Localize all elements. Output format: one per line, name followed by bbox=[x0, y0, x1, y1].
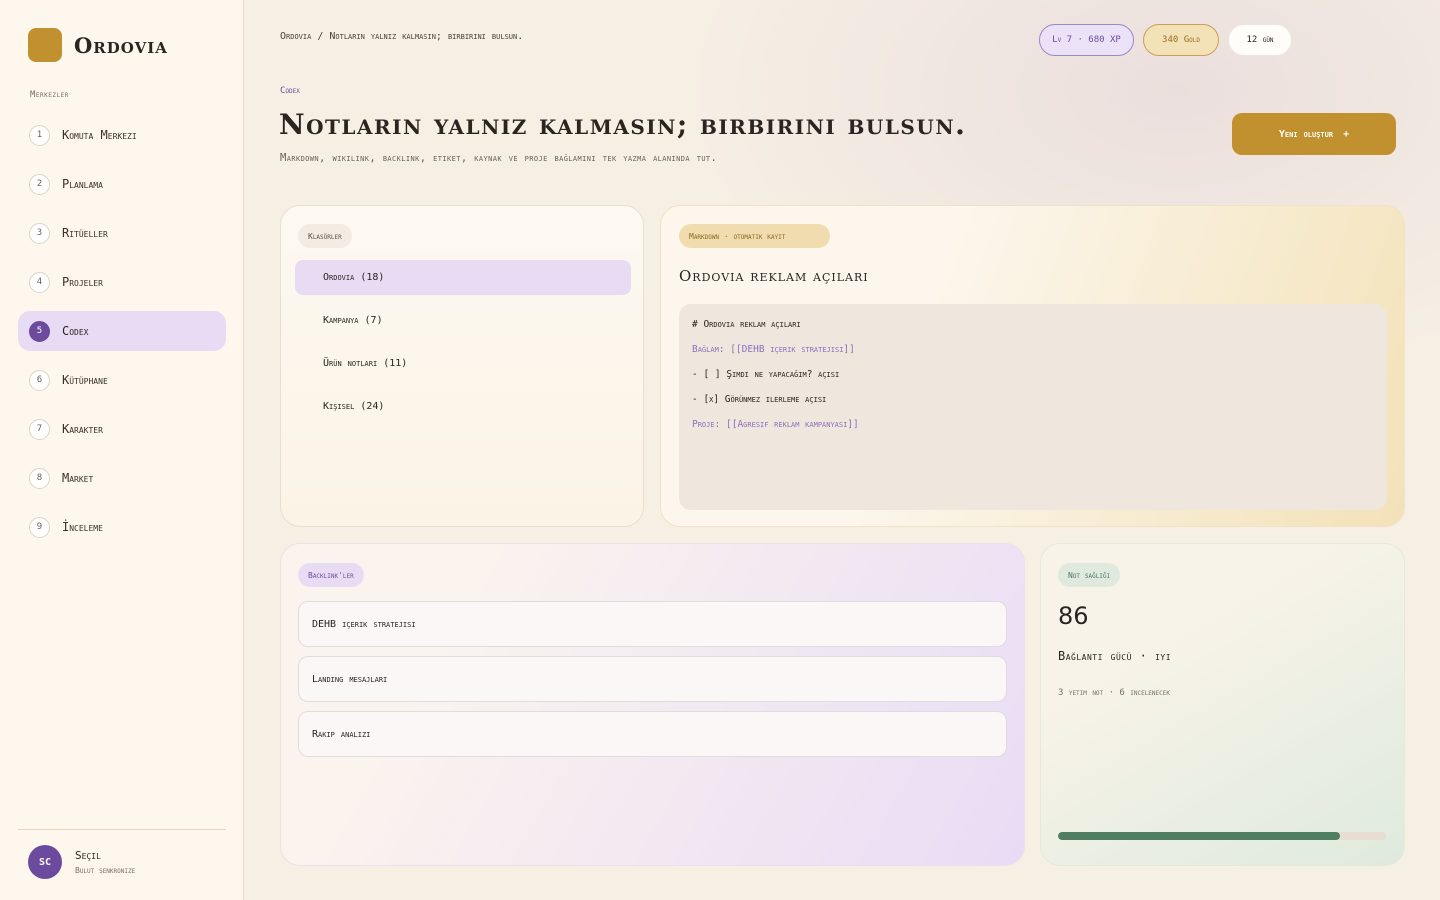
link-strength: Bağlantı gücü · iyi bbox=[1058, 649, 1172, 663]
nav-number-badge: 2 bbox=[29, 173, 50, 195]
backlinks-tag: Backlink'ler bbox=[298, 563, 364, 587]
user-name: Seçil bbox=[75, 849, 101, 862]
sidebar-item-label: Kütüphane bbox=[62, 373, 108, 387]
backlink-item[interactable]: DEHB içerik stratejisi bbox=[298, 601, 1007, 647]
nav-number-badge: 4 bbox=[29, 271, 50, 293]
brand[interactable]: Ordovia bbox=[28, 28, 168, 62]
sidebar-item-label: Planlama bbox=[62, 177, 103, 191]
sidebar-item-label: Market bbox=[62, 471, 94, 485]
nav-number-badge: 3 bbox=[29, 222, 50, 244]
app-name: Ordovia bbox=[74, 32, 168, 58]
health-progress-fill bbox=[1058, 832, 1341, 840]
create-new-button[interactable]: Yeni oluştur + bbox=[1232, 113, 1396, 155]
gold-badge: 340 Gold bbox=[1143, 24, 1219, 56]
nav-number-badge: 7 bbox=[29, 418, 50, 440]
sidebar-item-codex[interactable]: 5 Codex bbox=[18, 311, 226, 351]
backlink-item[interactable]: Landing mesajları bbox=[298, 656, 1007, 702]
editor-panel: Markdown · otomatik kayıt Ordovia reklam… bbox=[660, 205, 1405, 527]
user-profile[interactable]: SC Seçil Bulut senkronize bbox=[28, 845, 135, 879]
nav-number-badge: 9 bbox=[29, 516, 50, 538]
nav-number-badge: 5 bbox=[29, 320, 50, 342]
folders-panel: Klasörler Ordovia (18) Kampanya (7) Ürün… bbox=[280, 205, 644, 527]
note-title[interactable]: Ordovia reklam açıları bbox=[679, 267, 869, 285]
page-eyebrow: Codex bbox=[280, 86, 300, 96]
sidebar-nav: 1 Komuta Merkezi 2 Planlama 3 Ritüeller … bbox=[18, 115, 226, 556]
sidebar: Ordovia Merkezler 1 Komuta Merkezi 2 Pla… bbox=[0, 0, 244, 900]
plus-icon: + bbox=[1343, 128, 1350, 140]
folder-item-urun-notlari[interactable]: Ürün notları (11) bbox=[295, 346, 631, 381]
health-tag: Not sağlığı bbox=[1058, 563, 1121, 587]
sidebar-item-label: Ritüeller bbox=[62, 226, 108, 240]
sidebar-item-planlama[interactable]: 2 Planlama bbox=[18, 164, 226, 204]
folders-tag: Klasörler bbox=[298, 224, 352, 248]
sidebar-item-label: Karakter bbox=[62, 422, 103, 436]
sidebar-item-label: Codex bbox=[62, 324, 89, 338]
backlinks-panel: Backlink'ler DEHB içerik stratejisi Land… bbox=[280, 543, 1025, 866]
markdown-editor[interactable]: # Ordovia reklam açıları Bağlam: [[DEHB … bbox=[679, 304, 1387, 510]
stats-pills: Lv 7 · 680 XP 340 Gold 12 gün bbox=[1039, 24, 1292, 56]
sidebar-item-karakter[interactable]: 7 Karakter bbox=[18, 409, 226, 449]
sidebar-item-komuta-merkezi[interactable]: 1 Komuta Merkezi bbox=[18, 115, 226, 155]
backlink-list: DEHB içerik stratejisi Landing mesajları… bbox=[298, 601, 1007, 766]
markdown-line: # Ordovia reklam açıları bbox=[692, 319, 801, 330]
sidebar-item-label: İnceleme bbox=[62, 520, 103, 534]
nav-number-badge: 8 bbox=[29, 467, 50, 489]
page-title: Notların yalnız kalmasın; birbirini buls… bbox=[279, 108, 967, 141]
create-button-label: Yeni oluştur bbox=[1278, 128, 1334, 140]
backlink-item[interactable]: Rakip analizi bbox=[298, 711, 1007, 757]
sidebar-item-label: Komuta Merkezi bbox=[62, 128, 137, 142]
markdown-wikilink-line[interactable]: Bağlam: [[DEHB içerik stratejisi]] bbox=[692, 343, 1374, 368]
user-info: Seçil Bulut senkronize bbox=[75, 849, 135, 875]
markdown-task-line: - [ ] Şimdi ne yapacağım? açısı bbox=[692, 369, 840, 380]
avatar: SC bbox=[28, 845, 62, 879]
markdown-task-line: - [x] Görünmez ilerleme açısı bbox=[692, 394, 827, 405]
markdown-wikilink-line[interactable]: Proje: [[Agresif reklam kampanyası]] bbox=[692, 418, 1374, 443]
folder-item-ordovia[interactable]: Ordovia (18) bbox=[295, 260, 631, 295]
folder-item-kampanya[interactable]: Kampanya (7) bbox=[295, 303, 631, 338]
sidebar-item-label: Projeler bbox=[62, 275, 103, 289]
sidebar-item-kutuphane[interactable]: 6 Kütüphane bbox=[18, 360, 226, 400]
folder-list: Ordovia (18) Kampanya (7) Ürün notları (… bbox=[295, 260, 631, 432]
sidebar-item-inceleme[interactable]: 9 İnceleme bbox=[18, 507, 226, 547]
editor-mode-tag: Markdown · otomatik kayıt bbox=[679, 224, 830, 248]
page-subtitle: Markdown, wikilink, backlink, etiket, ka… bbox=[280, 152, 718, 164]
logo-icon bbox=[28, 28, 62, 62]
sync-status: Bulut senkronize bbox=[75, 866, 136, 875]
nav-number-badge: 1 bbox=[29, 124, 50, 146]
sidebar-item-market[interactable]: 8 Market bbox=[18, 458, 226, 498]
sidebar-item-rituel[interactable]: 3 Ritüeller bbox=[18, 213, 226, 253]
nav-section-label: Merkezler bbox=[30, 90, 69, 100]
breadcrumb: Ordovia / Notların yalnız kalmasın; birb… bbox=[280, 31, 524, 42]
health-progress-bar bbox=[1058, 832, 1386, 840]
nav-number-badge: 6 bbox=[29, 369, 50, 391]
note-health-panel: Not sağlığı 86 Bağlantı gücü · iyi 3 yet… bbox=[1040, 543, 1405, 866]
sidebar-divider bbox=[18, 829, 226, 830]
health-score: 86 bbox=[1058, 602, 1089, 630]
xp-badge: Lv 7 · 680 XP bbox=[1039, 24, 1134, 56]
folder-item-kisisel[interactable]: Kişisel (24) bbox=[295, 389, 631, 424]
streak-badge: 12 gün bbox=[1228, 24, 1292, 56]
sidebar-item-projeler[interactable]: 4 Projeler bbox=[18, 262, 226, 302]
health-meta: 3 yetim not · 6 incelenecek bbox=[1058, 688, 1170, 698]
